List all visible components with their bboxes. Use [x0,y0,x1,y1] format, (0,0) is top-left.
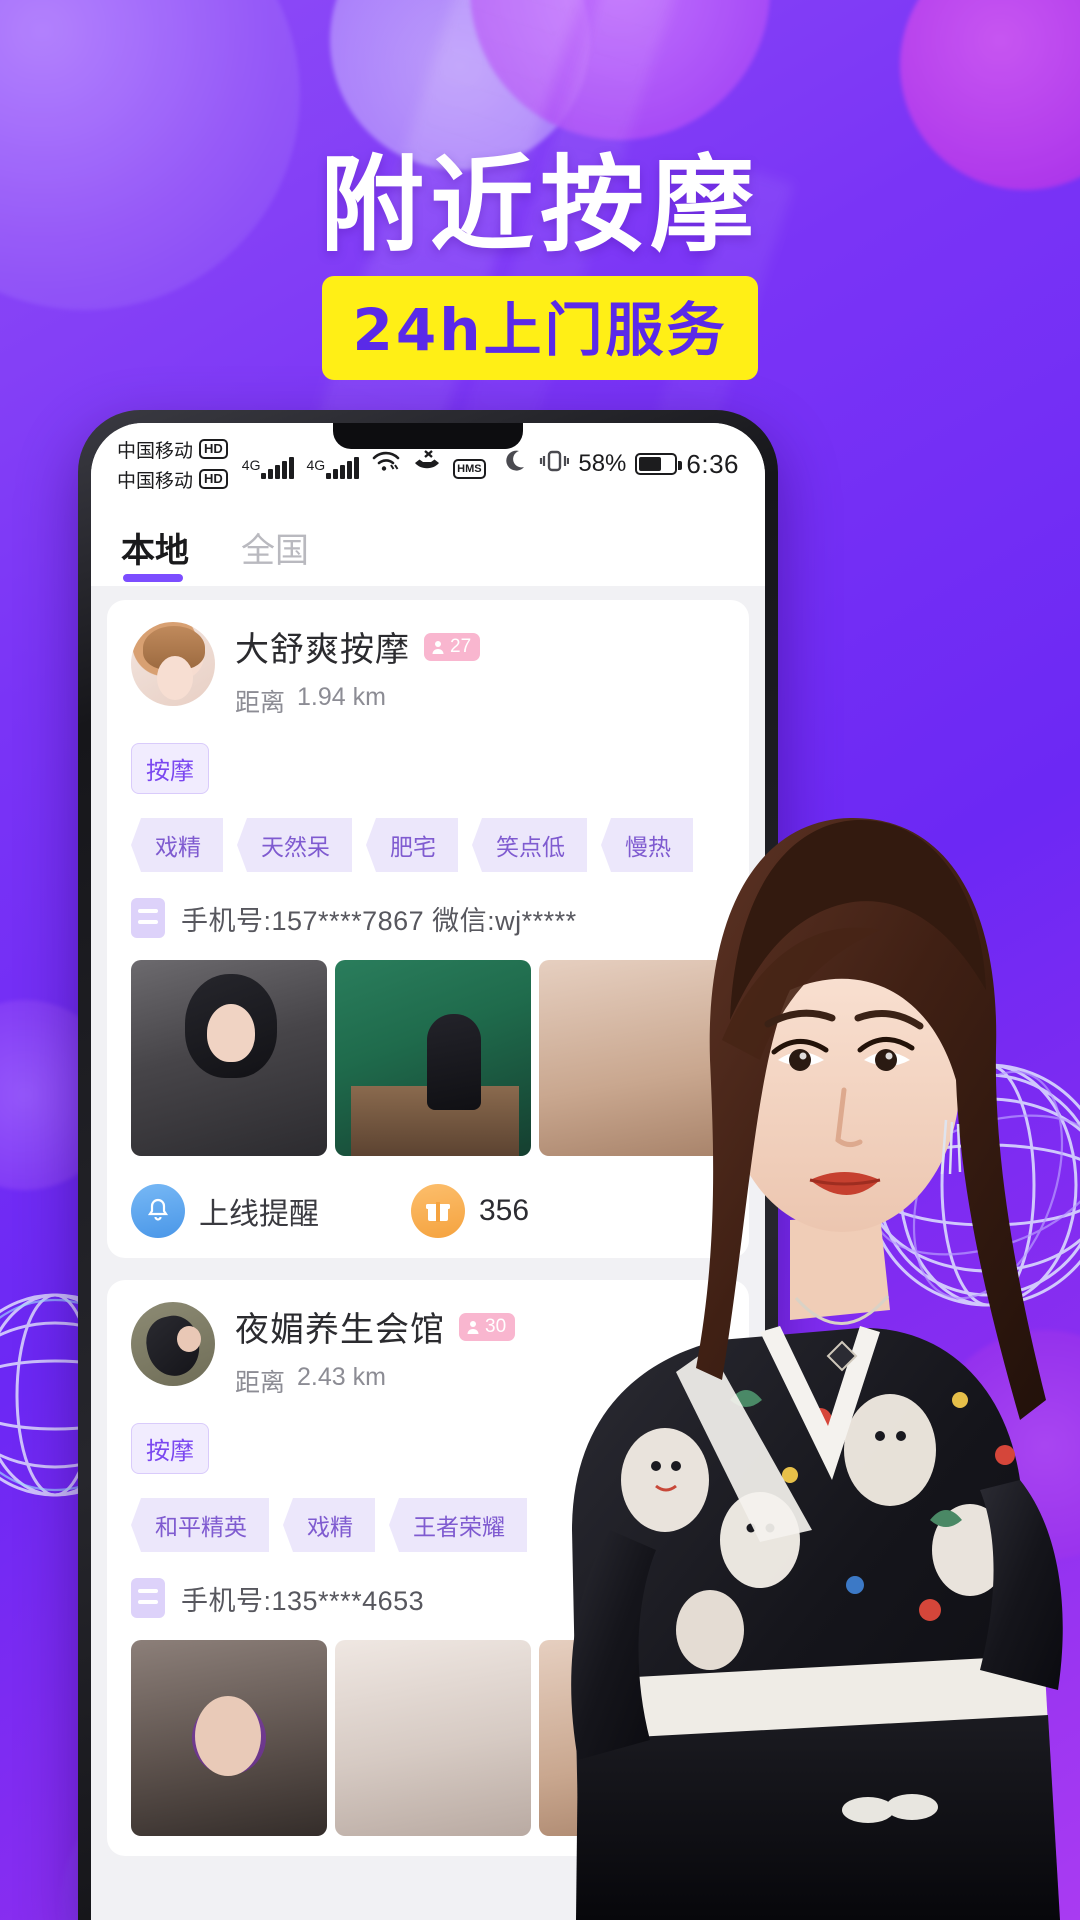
trait-tag[interactable]: 戏精 [283,1498,375,1552]
page-title: 附近按摩 [319,144,760,266]
status-badge: 27 [424,632,481,661]
trait-tag-list: 和平精英 戏精 王者荣耀 [131,1498,725,1552]
trait-tag[interactable]: 和平精英 [131,1498,269,1552]
distance-label: 距离 [235,1369,286,1397]
thumbnail-image[interactable] [539,960,735,1156]
avatar[interactable] [131,1302,215,1386]
shop-card[interactable]: 大舒爽按摩 27 距离 1.94 km 按摩 戏精 天然呆 肥宅 笑点低 慢热 … [107,600,749,1258]
battery-icon [635,453,683,475]
phone-mockup: 中国移动 HD 中国移动 HD 4G 4G HMS 58% 6:36 本地 全国… [78,410,778,1920]
status-clock: 6:36 [686,448,739,479]
signal-bars-1-icon [261,457,296,479]
category-wrap: 按摩 [131,1423,725,1474]
tab-local[interactable]: 本地 [121,523,189,586]
carrier-row-2: 中国移动 HD [117,466,228,493]
network-label-2: 4G [306,457,326,473]
thumbnail-row [131,1640,735,1836]
thumbnail-row [131,960,735,1156]
card-header-text: 大舒爽按摩 27 距离 1.94 km [235,622,725,719]
notify-label: 上线提醒 [199,1198,319,1231]
carrier-row-1: 中国移动 HD [117,436,228,463]
trait-tag[interactable]: 戏精 [131,818,223,872]
status-signal-group: 4G 4G HMS [242,449,486,479]
card-header: 大舒爽按摩 27 距离 1.94 km [131,622,725,719]
phone-screen: 中国移动 HD 中国移动 HD 4G 4G HMS 58% 6:36 本地 全国… [91,423,765,1920]
shop-card[interactable]: 夜媚养生会馆 30 距离 2.43 km 按摩 和平精英 戏精 王者荣耀 手机号… [107,1280,749,1856]
contact-row: 手机号:157****7867 微信:wj***** [131,898,725,938]
distance-value: 2.43 km [297,1363,386,1391]
person-icon [432,640,444,654]
category-tag[interactable]: 按摩 [131,743,209,794]
trait-tag[interactable]: 天然呆 [237,818,352,872]
thumbnail-video[interactable] [131,1640,327,1836]
card-header-text: 夜媚养生会馆 30 距离 2.43 km [235,1302,725,1399]
hms-badge: HMS [453,459,486,479]
carrier-name-2: 中国移动 [117,470,194,492]
contact-text: 手机号:135****4653 [181,1585,425,1616]
wifi-icon [371,449,401,479]
trait-tag[interactable]: 笑点低 [472,818,587,872]
status-right-group: 58% 6:36 [506,448,739,481]
carrier-block: 中国移动 HD 中国移动 HD [117,436,228,493]
network-label-1: 4G [241,457,261,473]
play-icon[interactable] [192,1701,266,1775]
thumbnail-image[interactable] [335,960,531,1156]
thumbnail-image[interactable] [335,1640,531,1836]
missed-call-icon [411,449,443,479]
category-wrap: 按摩 [131,743,725,794]
avatar[interactable] [131,622,215,706]
status-badge: 30 [459,1312,516,1341]
distance-row: 距离 2.43 km [235,1363,725,1399]
promo-headline-block: 附近按摩 24h上门服务 [0,144,1080,381]
shop-list[interactable]: 大舒爽按摩 27 距离 1.94 km 按摩 戏精 天然呆 肥宅 笑点低 慢热 … [91,586,765,1920]
battery-percent-label: 58% [578,450,627,477]
badge-count: 27 [450,635,472,657]
trait-tag[interactable]: 王者荣耀 [389,1498,527,1552]
vibrate-icon [539,448,570,481]
wireframe-sphere-right-icon [858,1035,1080,1335]
carrier-name-1: 中国移动 [117,440,194,462]
category-tag[interactable]: 按摩 [131,1423,209,1474]
contact-row: 手机号:135****4653 [131,1578,725,1618]
card-header: 夜媚养生会馆 30 距离 2.43 km [131,1302,725,1399]
gift-icon [411,1184,465,1238]
distance-row: 距离 1.94 km [235,683,725,719]
moon-icon [506,448,530,481]
contact-card-icon [131,898,165,938]
shop-name: 夜媚养生会馆 [235,1311,445,1349]
distance-value: 1.94 km [297,683,386,711]
trait-tag[interactable]: 慢热 [601,818,693,872]
hd-badge-1: HD [199,439,228,459]
bell-icon [131,1184,185,1238]
tab-national[interactable]: 全国 [241,523,309,586]
trait-tag-list: 戏精 天然呆 肥宅 笑点低 慢热 [131,818,725,872]
shop-name: 大舒爽按摩 [235,631,410,669]
phone-notch [333,423,523,449]
gift-action[interactable]: 356 [411,1184,529,1238]
notify-action[interactable]: 上线提醒 [131,1184,319,1238]
thumbnail-image[interactable] [131,960,327,1156]
promo-subtitle-badge: 24h上门服务 [322,276,758,381]
contact-text: 手机号:157****7867 微信:wj***** [181,905,577,936]
bg-blob-6 [930,1330,1080,1560]
person-icon [467,1320,479,1334]
promo-subtitle-wrap: 24h上门服务 [322,276,758,381]
badge-count: 30 [485,1315,507,1337]
trait-tag[interactable]: 肥宅 [366,818,458,872]
thumbnail-image[interactable] [539,1640,735,1836]
shop-name-row: 大舒爽按摩 27 [235,622,725,671]
distance-label: 距离 [235,689,286,717]
shop-name-row: 夜媚养生会馆 30 [235,1302,725,1351]
gift-count: 356 [479,1194,530,1227]
signal-bars-2-icon [326,457,361,479]
contact-card-icon [131,1578,165,1618]
card-actions: 上线提醒 356 [131,1184,725,1238]
tab-bar: 本地 全国 [91,501,765,586]
hd-badge-2: HD [199,469,228,489]
